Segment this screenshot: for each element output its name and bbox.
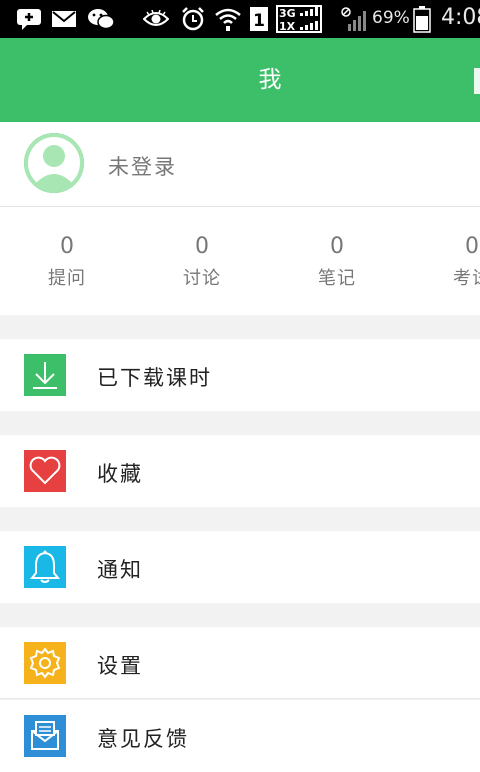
stat-value: 0 bbox=[195, 234, 209, 259]
menu-item-notifications[interactable]: 通知 bbox=[0, 531, 480, 603]
svg-text:1: 1 bbox=[253, 11, 265, 31]
stat-label: 讨论 bbox=[183, 268, 221, 289]
mail-icon bbox=[50, 7, 78, 31]
download-icon bbox=[24, 354, 66, 396]
menu-item-settings[interactable]: 设置 bbox=[0, 627, 480, 699]
bell-icon bbox=[24, 546, 66, 588]
gear-icon bbox=[24, 642, 66, 684]
svg-text:3G: 3G bbox=[279, 7, 296, 20]
signal-icon bbox=[338, 7, 368, 31]
battery-percent: 69% bbox=[372, 8, 410, 28]
sms-icon bbox=[15, 7, 43, 31]
page-title: 我 bbox=[258, 67, 282, 93]
sim-icon: 1 bbox=[249, 7, 269, 31]
stat-questions[interactable]: 0 提问 bbox=[22, 233, 112, 297]
stat-exams[interactable]: 0 考试 bbox=[427, 233, 480, 297]
alarm-icon bbox=[179, 7, 207, 31]
avatar[interactable] bbox=[24, 133, 84, 193]
app-header: 我 bbox=[0, 38, 480, 122]
stat-label: 提问 bbox=[48, 268, 86, 289]
wechat-icon bbox=[86, 7, 116, 31]
stats-row: 0 提问 0 讨论 0 笔记 0 考试 bbox=[0, 207, 480, 315]
menu-item-downloads[interactable]: 已下载课时 bbox=[0, 339, 480, 411]
login-status[interactable]: 未登录 bbox=[108, 151, 177, 181]
battery-icon bbox=[413, 5, 431, 33]
menu-label: 收藏 bbox=[97, 462, 143, 486]
stat-label: 考试 bbox=[453, 268, 480, 289]
menu-label: 通知 bbox=[97, 558, 143, 582]
eye-icon bbox=[142, 7, 170, 31]
network-icon: 3G 1X bbox=[276, 5, 322, 33]
stat-value: 0 bbox=[330, 234, 344, 259]
menu-label: 已下载课时 bbox=[97, 366, 212, 390]
status-time: 4:08 bbox=[441, 5, 480, 30]
heart-icon bbox=[24, 450, 66, 492]
stat-discussions[interactable]: 0 讨论 bbox=[157, 233, 247, 297]
stat-value: 0 bbox=[60, 234, 74, 259]
stat-notes[interactable]: 0 笔记 bbox=[292, 233, 382, 297]
stat-value: 0 bbox=[465, 234, 479, 259]
menu-item-favorites[interactable]: 收藏 bbox=[0, 435, 480, 507]
header-edge-control[interactable] bbox=[474, 68, 480, 94]
stat-label: 笔记 bbox=[318, 268, 356, 289]
mail-icon bbox=[24, 715, 66, 757]
menu-item-feedback[interactable]: 意见反馈 bbox=[0, 700, 480, 772]
status-bar: 1 3G 1X 69% 4:08 bbox=[0, 0, 480, 38]
profile-row[interactable]: 未登录 bbox=[0, 122, 480, 207]
menu-label: 设置 bbox=[97, 654, 143, 678]
wifi-icon bbox=[213, 7, 243, 31]
svg-text:1X: 1X bbox=[279, 20, 296, 33]
menu-label: 意见反馈 bbox=[97, 727, 189, 751]
